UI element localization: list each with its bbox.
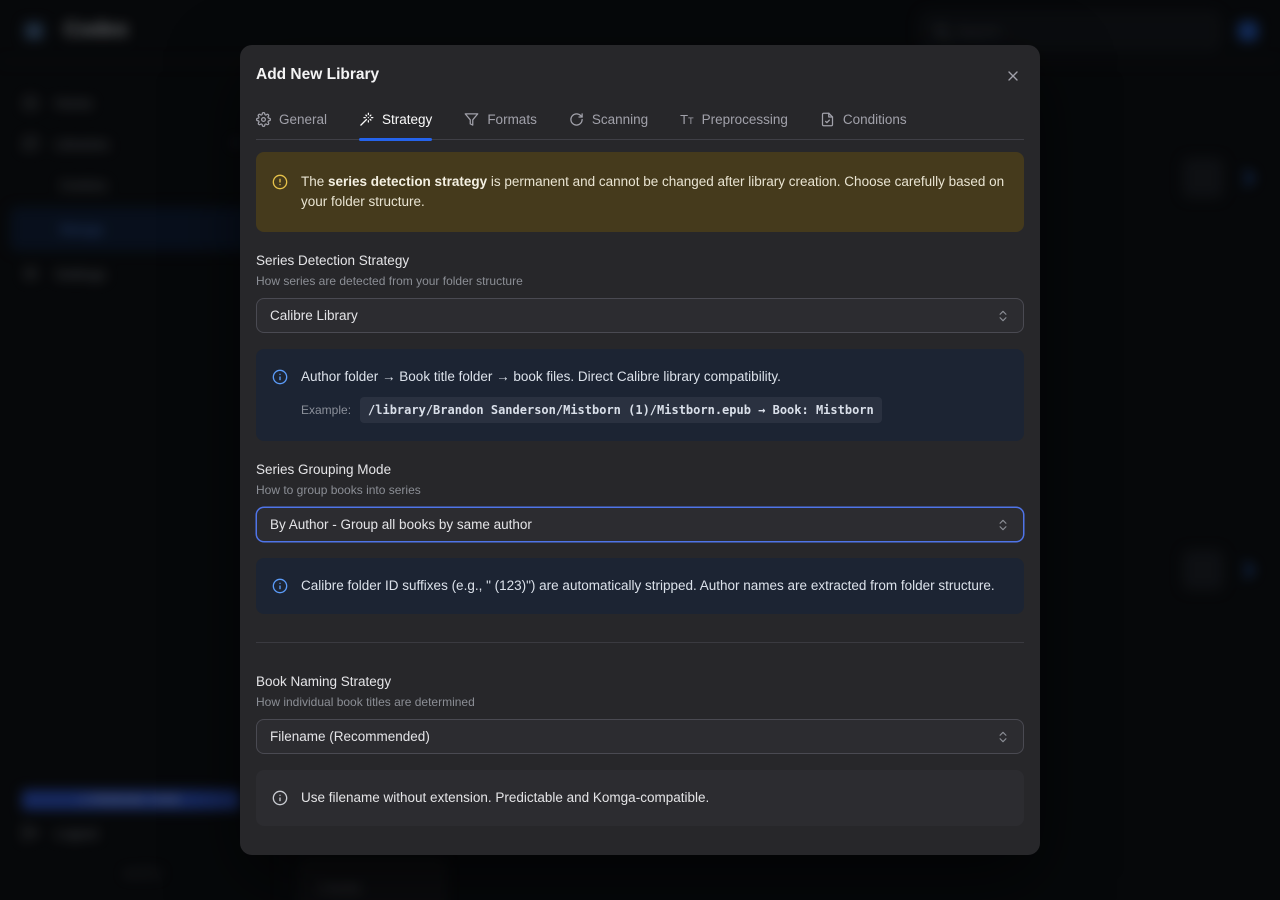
field-hint: How series are detected from your folder… [256, 274, 1024, 289]
info-icon [272, 369, 288, 385]
series-detection-field: Series Detection Strategy How series are… [256, 252, 1024, 333]
alert-circle-icon [272, 174, 288, 190]
modal-title: Add New Library [256, 65, 1024, 85]
tab-label: Formats [487, 112, 537, 127]
section-divider [256, 642, 1024, 643]
select-value: By Author - Group all books by same auth… [270, 517, 532, 532]
info-icon [272, 790, 288, 806]
add-library-modal: Add New Library General Strategy Formats… [240, 45, 1040, 855]
example-label: Example: [301, 400, 351, 420]
permanent-strategy-warning: The series detection strategy is permane… [256, 152, 1024, 232]
naming-info-text: Use filename without extension. Predicta… [301, 788, 709, 808]
book-naming-select[interactable]: Filename (Recommended) [256, 719, 1024, 754]
tab-conditions[interactable]: Conditions [820, 109, 907, 139]
tab-label: Scanning [592, 112, 648, 127]
detection-info-box: Author folder → Book title folder → book… [256, 349, 1024, 441]
detection-info-content: Author folder → Book title folder → book… [301, 367, 882, 423]
book-naming-field: Book Naming Strategy How individual book… [256, 673, 1024, 754]
chevrons-up-down-icon [996, 730, 1010, 744]
close-icon [1005, 68, 1021, 84]
grouping-info-text: Calibre folder ID suffixes (e.g., " (123… [301, 576, 995, 596]
tab-general[interactable]: General [256, 109, 327, 139]
info-icon [272, 578, 288, 594]
tab-preprocessing[interactable]: TT Preprocessing [680, 109, 788, 139]
series-grouping-field: Series Grouping Mode How to group books … [256, 461, 1024, 542]
filter-icon [464, 112, 479, 127]
example-path-code: /library/Brandon Sanderson/Mistborn (1)/… [360, 397, 882, 423]
tab-label: Preprocessing [702, 112, 788, 127]
file-check-icon [820, 112, 835, 127]
tab-scanning[interactable]: Scanning [569, 109, 648, 139]
chevrons-up-down-icon [996, 309, 1010, 323]
series-grouping-select[interactable]: By Author - Group all books by same auth… [256, 507, 1024, 542]
wand-icon [359, 112, 374, 127]
modal-tabs: General Strategy Formats Scanning TT Pre… [256, 109, 1024, 140]
tab-label: Conditions [843, 112, 907, 127]
field-label: Book Naming Strategy [256, 673, 1024, 690]
select-value: Filename (Recommended) [270, 729, 430, 744]
refresh-icon [569, 112, 584, 127]
tab-label: General [279, 112, 327, 127]
tab-strategy[interactable]: Strategy [359, 109, 432, 139]
warning-text: The series detection strategy is permane… [301, 172, 1008, 212]
select-value: Calibre Library [270, 308, 358, 323]
example-row: Example: /library/Brandon Sanderson/Mist… [301, 397, 882, 423]
field-hint: How individual book titles are determine… [256, 695, 1024, 710]
detection-info-text: Author folder → Book title folder → book… [301, 367, 882, 387]
field-hint: How to group books into series [256, 483, 1024, 498]
field-label: Series Grouping Mode [256, 461, 1024, 478]
naming-info-box: Use filename without extension. Predicta… [256, 770, 1024, 826]
screen: Codex Search... Home Libraries +▾ Comics… [0, 0, 1280, 900]
chevrons-up-down-icon [996, 518, 1010, 532]
gear-icon [256, 112, 271, 127]
letter-case-icon: TT [680, 112, 693, 127]
field-label: Series Detection Strategy [256, 252, 1024, 269]
grouping-info-box: Calibre folder ID suffixes (e.g., " (123… [256, 558, 1024, 614]
close-button[interactable] [1000, 63, 1026, 89]
tab-label: Strategy [382, 112, 432, 127]
series-detection-select[interactable]: Calibre Library [256, 298, 1024, 333]
tab-formats[interactable]: Formats [464, 109, 537, 139]
